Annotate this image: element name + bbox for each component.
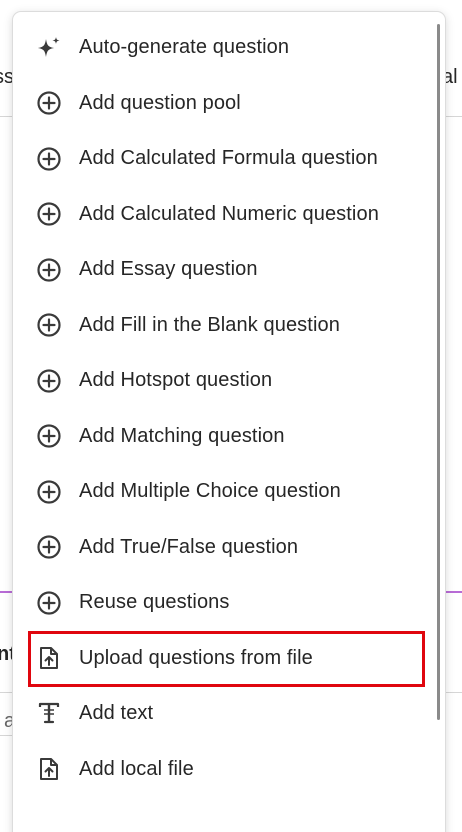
menu-item-label: Add Calculated Numeric question (79, 202, 379, 225)
plus-circle-icon (34, 532, 64, 562)
plus-circle-icon (34, 144, 64, 174)
menu-item-label: Add Matching question (79, 424, 285, 447)
menu-item-label: Add local file (79, 757, 194, 780)
menu-item-label: Add question pool (79, 91, 241, 114)
add-content-menu: Auto-generate question Add question pool… (13, 12, 445, 832)
menu-item-label: Add Hotspot question (79, 369, 273, 392)
menu-item-label: Auto-generate question (79, 36, 290, 59)
plus-circle-icon (34, 477, 64, 507)
menu-item-label: Add Fill in the Blank question (79, 313, 340, 336)
menu-item-label: Add True/False question (79, 535, 299, 558)
plus-circle-icon (34, 366, 64, 396)
upload-file-icon (34, 754, 64, 784)
menu-item-add-calculated-numeric-question[interactable]: Add Calculated Numeric question (13, 187, 437, 243)
menu-item-label: Add Multiple Choice question (79, 480, 341, 503)
menu-item-reuse-questions[interactable]: Reuse questions (13, 575, 437, 631)
menu-item-add-fill-in-the-blank-question[interactable]: Add Fill in the Blank question (13, 298, 437, 354)
menu-item-add-multiple-choice-question[interactable]: Add Multiple Choice question (13, 464, 437, 520)
menu-item-add-text[interactable]: Add text (13, 686, 437, 742)
highlight-box (28, 631, 425, 687)
menu-item-label: Add text (79, 702, 154, 725)
menu-item-add-question-pool[interactable]: Add question pool (13, 76, 437, 132)
menu-item-label: Add Essay question (79, 258, 258, 281)
menu-item-add-local-file[interactable]: Add local file (13, 742, 437, 798)
plus-circle-icon (34, 421, 64, 451)
menu-scrollbar[interactable] (437, 24, 440, 720)
sparkle-icon (34, 33, 64, 63)
menu-item-label: Reuse questions (79, 591, 230, 614)
plus-circle-icon (34, 255, 64, 285)
plus-circle-icon (34, 88, 64, 118)
plus-circle-icon (34, 588, 64, 618)
menu-item-add-matching-question[interactable]: Add Matching question (13, 409, 437, 465)
menu-item-add-calculated-formula-question[interactable]: Add Calculated Formula question (13, 131, 437, 187)
plus-circle-icon (34, 199, 64, 229)
menu-item-add-essay-question[interactable]: Add Essay question (13, 242, 437, 298)
plus-circle-icon (34, 310, 64, 340)
menu-item-add-true-false-question[interactable]: Add True/False question (13, 520, 437, 576)
menu-item-add-hotspot-question[interactable]: Add Hotspot question (13, 353, 437, 409)
menu-item-label: Add Calculated Formula question (79, 147, 378, 170)
menu-item-auto-generate-question[interactable]: Auto-generate question (13, 20, 437, 76)
screen: ssi al nt a Auto-generate question (0, 0, 462, 832)
text-icon (34, 699, 64, 729)
